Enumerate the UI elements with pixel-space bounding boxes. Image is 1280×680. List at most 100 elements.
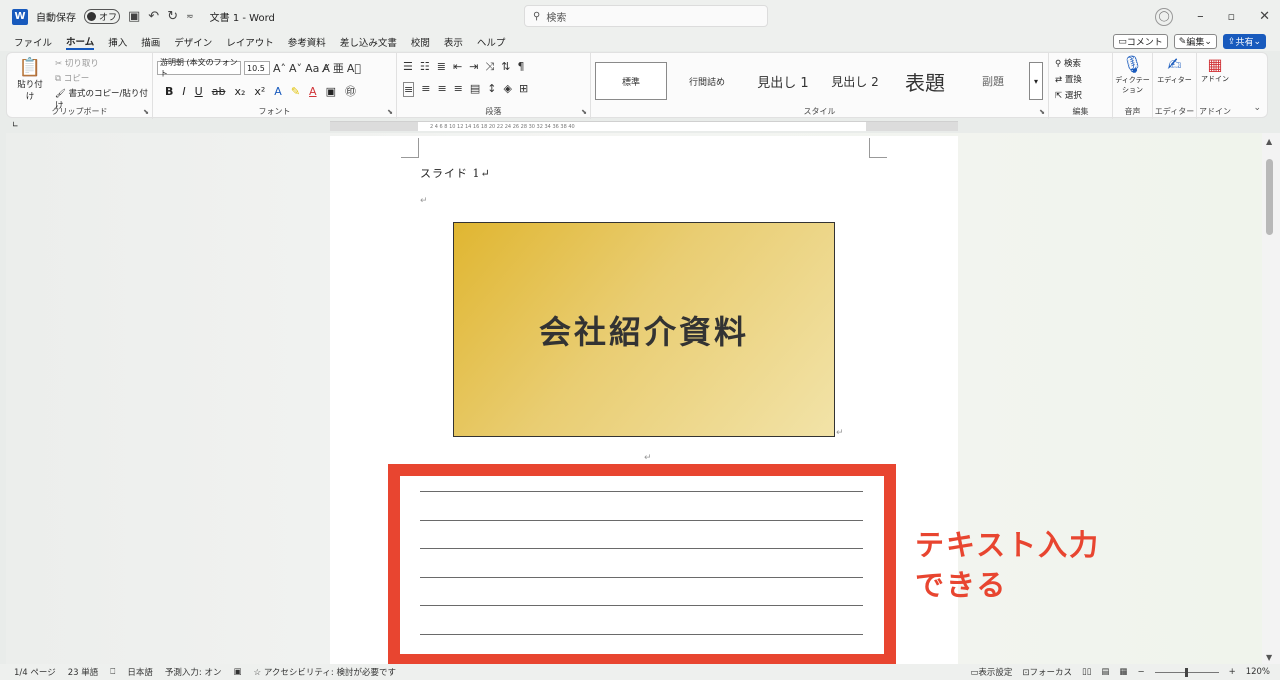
style-heading-2[interactable]: 見出し 2 <box>819 62 891 100</box>
editor-button[interactable]: ✍ エディター <box>1153 55 1196 85</box>
sort-icon[interactable]: ⇅ <box>501 60 510 74</box>
scroll-down-icon[interactable]: ▼ <box>1266 653 1272 662</box>
share-button[interactable]: ⇪ 共有 ⌄ <box>1222 34 1266 49</box>
zoom-level[interactable]: 120% <box>1246 667 1270 677</box>
tab-draw[interactable]: 描画 <box>141 35 160 49</box>
tab-references[interactable]: 参考資料 <box>288 35 326 49</box>
decrease-indent-icon[interactable]: ⇤ <box>453 60 462 74</box>
customize-toolbar-icon[interactable]: ≂ <box>186 12 194 22</box>
style-heading-1[interactable]: 見出し 1 <box>747 62 819 100</box>
tab-review[interactable]: 校閲 <box>411 35 430 49</box>
redo-icon[interactable]: ↻ <box>167 9 178 24</box>
shading-icon[interactable]: ◈ <box>504 82 512 97</box>
char-shading-icon[interactable]: ▣ <box>326 85 336 98</box>
dialog-launcher-icon[interactable]: ⬊ <box>581 108 587 116</box>
italic-icon[interactable]: I <box>182 85 185 98</box>
find-button[interactable]: ⚲ 検索 <box>1055 57 1082 69</box>
search-box[interactable]: ⚲ 検索 <box>524 5 768 27</box>
read-mode-icon[interactable]: ▯▯ <box>1082 667 1091 677</box>
autosave-toggle[interactable]: オフ <box>84 9 120 24</box>
dictate-button[interactable]: 🎙 ディクテーション <box>1113 55 1152 95</box>
predictive-input[interactable]: 予測入力: オン <box>165 666 222 678</box>
grow-font-icon[interactable]: A˄ <box>273 62 286 75</box>
phonetic-guide-icon[interactable]: 亜 <box>333 60 344 76</box>
tab-home[interactable]: ホーム <box>66 34 95 50</box>
bold-icon[interactable]: B <box>165 85 173 98</box>
align-left-icon[interactable]: ≡ <box>403 82 415 97</box>
justify-icon[interactable]: ≡ <box>454 82 463 97</box>
underline-icon[interactable]: U <box>195 85 203 98</box>
tab-layout[interactable]: レイアウト <box>226 35 274 49</box>
font-size-dropdown[interactable]: 10.5 <box>244 61 270 75</box>
tab-view[interactable]: 表示 <box>444 35 463 49</box>
dialog-launcher-icon[interactable]: ⬊ <box>1039 108 1045 116</box>
dialog-launcher-icon[interactable]: ⬊ <box>387 108 393 116</box>
bullets-icon[interactable]: ☰ <box>403 60 413 74</box>
accessibility-status[interactable]: ☆ アクセシビリティ: 検討が必要です <box>253 666 395 678</box>
style-normal[interactable]: 標準 <box>595 62 667 100</box>
change-case-icon[interactable]: Aa <box>305 62 319 75</box>
undo-icon[interactable]: ↶ <box>148 9 159 24</box>
zoom-in-icon[interactable]: + <box>1229 667 1236 677</box>
restore-icon[interactable]: ▫ <box>1228 10 1235 23</box>
distribute-icon[interactable]: ▤ <box>470 82 480 97</box>
proofing-icon[interactable]: ⎕ <box>110 667 115 677</box>
paste-button[interactable]: 📋 貼り付け <box>15 57 45 102</box>
tab-selector-icon[interactable]: ∟ <box>12 120 19 129</box>
align-center-icon[interactable]: ≡ <box>421 82 430 97</box>
select-button[interactable]: ⇱ 選択 <box>1055 89 1082 101</box>
copy-button[interactable]: ⧉ コピー <box>55 72 152 84</box>
slide-thumbnail[interactable]: 会社紹介資料 <box>453 222 835 437</box>
highlight-icon[interactable]: ✎ <box>291 85 300 98</box>
print-layout-icon[interactable]: ▤ <box>1101 667 1109 677</box>
close-icon[interactable]: ✕ <box>1259 9 1270 24</box>
style-title[interactable]: 表題 <box>889 62 961 100</box>
scroll-up-icon[interactable]: ▲ <box>1266 137 1272 146</box>
language[interactable]: 日本語 <box>127 666 153 678</box>
collapse-ribbon-icon[interactable]: ⌄ <box>1253 103 1261 113</box>
line-spacing-icon[interactable]: ↕ <box>487 82 496 97</box>
tab-mailings[interactable]: 差し込み文書 <box>340 35 397 49</box>
cut-button[interactable]: ✂ 切り取り <box>55 57 152 69</box>
zoom-out-icon[interactable]: − <box>1137 667 1144 677</box>
increase-indent-icon[interactable]: ⇥ <box>469 60 478 74</box>
text-effects-icon[interactable]: A <box>274 85 282 98</box>
word-count[interactable]: 23 単語 <box>68 666 99 678</box>
numbering-icon[interactable]: ☷ <box>420 60 430 74</box>
editing-mode-button[interactable]: ✎ 編集 ⌄ <box>1173 34 1217 49</box>
track-icon[interactable]: ▣ <box>233 667 241 677</box>
align-right-icon[interactable]: ≡ <box>437 82 446 97</box>
tab-insert[interactable]: 挿入 <box>108 35 127 49</box>
clear-format-icon[interactable]: A̸ <box>322 62 330 75</box>
focus-button[interactable]: ⊡フォーカス <box>1022 666 1072 678</box>
slide-label[interactable]: スライド 1↵ <box>420 165 491 181</box>
font-color-icon[interactable]: A <box>309 85 317 98</box>
enclose-char-icon[interactable]: ㊞ <box>345 83 356 99</box>
styles-gallery-more-icon[interactable]: ▾ <box>1029 62 1043 100</box>
multilevel-list-icon[interactable]: ≣ <box>437 60 446 74</box>
tab-design[interactable]: デザイン <box>174 35 212 49</box>
dialog-launcher-icon[interactable]: ⬊ <box>143 108 149 116</box>
account-avatar-icon[interactable]: ◯ <box>1155 7 1174 26</box>
tab-help[interactable]: ヘルプ <box>477 35 506 49</box>
tab-file[interactable]: ファイル <box>14 35 52 49</box>
show-marks-icon[interactable]: ¶ <box>517 60 524 74</box>
page-count[interactable]: 1/4 ページ <box>14 666 56 678</box>
text-direction-icon[interactable]: ⤨ <box>485 60 494 74</box>
scroll-thumb[interactable] <box>1266 159 1273 235</box>
zoom-slider-thumb[interactable] <box>1184 667 1188 677</box>
vertical-scrollbar[interactable]: ▲ ▼ <box>1262 133 1280 664</box>
shrink-font-icon[interactable]: A˅ <box>289 62 302 75</box>
save-icon[interactable]: ▣ <box>128 9 140 24</box>
web-layout-icon[interactable]: ▦ <box>1119 667 1127 677</box>
replace-button[interactable]: ⇄ 置換 <box>1055 73 1082 85</box>
strikethrough-icon[interactable]: ab <box>212 85 226 98</box>
horizontal-ruler[interactable]: 2 4 6 8 10 12 14 16 18 20 22 24 26 28 30… <box>330 121 958 131</box>
font-name-dropdown[interactable]: 游明朝 (本文のフォント <box>157 58 241 78</box>
style-no-spacing[interactable]: 行間詰め <box>671 62 743 100</box>
style-subtitle[interactable]: 副題 <box>957 62 1029 100</box>
display-settings-button[interactable]: ▭表示設定 <box>970 666 1012 678</box>
minimize-icon[interactable]: – <box>1197 9 1204 24</box>
zoom-slider[interactable] <box>1154 667 1219 677</box>
subscript-icon[interactable]: x₂ <box>234 85 245 98</box>
